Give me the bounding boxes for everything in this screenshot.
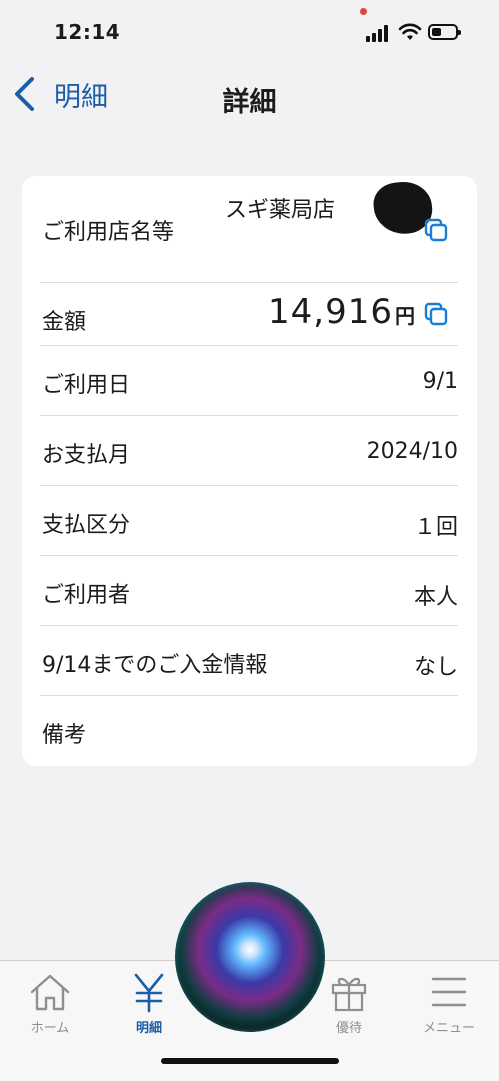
tab-statement-label: 明細 <box>135 1021 162 1036</box>
tab-menu[interactable]: メニュー <box>399 971 499 1036</box>
home-indicator[interactable] <box>161 1058 339 1064</box>
navigation-bar: 明細 詳細 <box>0 66 499 126</box>
detail-row-use-date: ご利用日 9/1 <box>40 345 458 416</box>
detail-label-remarks: 備考 <box>42 723 87 748</box>
detail-label-use-date: ご利用日 <box>42 373 131 398</box>
tab-menu-label: メニュー <box>422 1021 475 1036</box>
detail-label-amount: 金額 <box>42 310 87 335</box>
siri-orb[interactable] <box>175 882 325 1032</box>
detail-value-pay-type: １回 <box>413 515 458 540</box>
status-time: 12:14 <box>54 20 121 44</box>
page-title-text: 詳細 <box>222 87 277 118</box>
detail-label-store: ご利用店名等 <box>42 220 175 245</box>
detail-row-pay-month: お支払月 2024/10 <box>40 415 458 486</box>
detail-row-pay-type: 支払区分 １回 <box>40 485 458 556</box>
battery-icon <box>428 24 461 40</box>
detail-row-user: ご利用者 本人 <box>40 555 458 626</box>
detail-row-store: ご利用店名等 スギ薬局店 <box>40 176 458 283</box>
detail-label-pay-month: お支払月 <box>42 443 131 468</box>
home-icon <box>30 974 70 1011</box>
detail-row-amount: 金額 14,916 円 <box>40 282 458 346</box>
detail-label-pay-type: 支払区分 <box>42 513 131 538</box>
detail-value-pay-month: 2024/10 <box>366 439 458 464</box>
detail-row-deposit-info: 9/14までのご入金情報 なし <box>40 625 458 696</box>
tab-home[interactable]: ホーム <box>0 971 100 1036</box>
menu-icon <box>431 977 467 1007</box>
detail-label-deposit-info: 9/14までのご入金情報 <box>42 653 268 678</box>
detail-value-amount: 14,916 円 <box>268 292 416 332</box>
detail-value-deposit-info: なし <box>413 655 458 680</box>
detail-value-user: 本人 <box>413 585 458 610</box>
detail-label-user: ご利用者 <box>42 583 131 608</box>
detail-value-store: スギ薬局店 <box>225 198 336 223</box>
wifi-icon <box>398 23 422 40</box>
copy-icon[interactable] <box>424 302 448 326</box>
page-title: 詳細 <box>0 80 499 119</box>
detail-row-remarks: 備考 <box>40 695 458 765</box>
tab-benefits-label: 優待 <box>335 1021 362 1036</box>
copy-icon[interactable] <box>424 218 448 242</box>
tab-home-label: ホーム <box>30 1021 70 1036</box>
detail-value-use-date: 9/1 <box>422 369 458 394</box>
cellular-signal-icon <box>366 24 392 42</box>
recording-indicator-dot <box>360 8 367 15</box>
gift-icon <box>331 977 367 1012</box>
amount-unit: 円 <box>395 304 416 328</box>
status-bar: 12:14 <box>0 0 499 66</box>
yen-icon <box>134 973 164 1013</box>
amount-number: 14,916 <box>268 292 393 332</box>
detail-card: ご利用店名等 スギ薬局店 金額 14,916 円 ご利用日 9/1 お支払月 20… <box>22 176 477 766</box>
